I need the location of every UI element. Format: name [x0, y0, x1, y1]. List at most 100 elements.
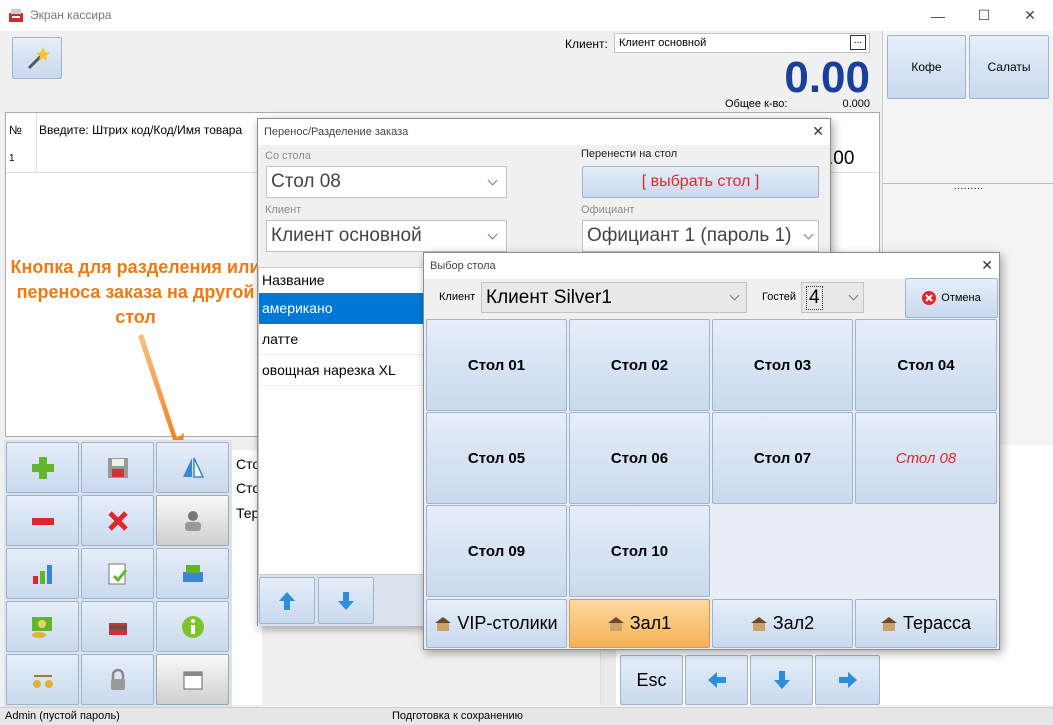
- table-select-dialog-close-button[interactable]: ✕: [981, 257, 993, 274]
- split-transfer-button[interactable]: [156, 442, 229, 493]
- minus-icon: [31, 517, 54, 525]
- add-button[interactable]: [6, 442, 79, 493]
- table-01[interactable]: Стол 01: [426, 319, 567, 411]
- checklist-button[interactable]: [81, 548, 154, 599]
- annotation-text: Кнопка для разделения или переноса заказ…: [10, 257, 261, 327]
- chevron-down-icon: [803, 229, 814, 240]
- printer-icon: [182, 564, 203, 582]
- arrow-right-button[interactable]: [815, 655, 880, 705]
- print-button[interactable]: [156, 548, 229, 599]
- esc-button[interactable]: Esc: [620, 655, 683, 705]
- from-table-select[interactable]: Стол 08: [266, 166, 507, 198]
- status-user: Admin (пустой пароль): [5, 710, 120, 722]
- delete-button[interactable]: [81, 495, 154, 546]
- x-icon: [107, 510, 128, 531]
- house-icon: [607, 616, 624, 631]
- arrow-left-icon: [707, 672, 726, 688]
- card-icon: [108, 622, 127, 635]
- client-browse-button[interactable]: ...: [850, 35, 866, 50]
- waiter-button[interactable]: [156, 495, 229, 546]
- checklist-icon: [108, 563, 127, 584]
- discount-button[interactable]: [6, 654, 79, 705]
- house-icon: [435, 616, 452, 631]
- total-amount: 0.00: [784, 53, 870, 102]
- report-button[interactable]: [6, 548, 79, 599]
- wand-button[interactable]: [12, 37, 62, 79]
- transfer-dialog-title: Перенос/Разделение заказа: [264, 126, 409, 138]
- move-down-button[interactable]: [318, 577, 374, 624]
- items-list-header: Название: [262, 272, 325, 288]
- lock-icon: [110, 668, 125, 690]
- arrow-left-button[interactable]: [685, 655, 748, 705]
- plus-icon: [31, 456, 54, 479]
- hall-vip[interactable]: VIP-столики: [426, 599, 567, 648]
- col-num-header: №: [9, 123, 22, 137]
- transfer-client-select[interactable]: Клиент основной: [266, 220, 507, 252]
- lock-button[interactable]: [81, 654, 154, 705]
- app-icon: [8, 7, 24, 23]
- choose-table-button[interactable]: [ выбрать стол ]: [582, 166, 819, 198]
- cancel-button[interactable]: Отмена: [905, 278, 998, 318]
- hall-zal2[interactable]: Зал2: [712, 599, 853, 648]
- item-row[interactable]: латте: [259, 324, 439, 355]
- maximize-button[interactable]: ☐: [961, 0, 1007, 31]
- info-button[interactable]: [156, 601, 229, 652]
- arrow-down-button[interactable]: [750, 655, 813, 705]
- from-table-label: Со стола: [265, 150, 311, 162]
- move-up-button[interactable]: [259, 577, 315, 624]
- table-select-dialog-title: Выбор стола: [430, 260, 496, 272]
- qty-value: 0.000: [842, 98, 870, 110]
- remove-button[interactable]: [6, 495, 79, 546]
- table-client-select[interactable]: Клиент Silver1: [481, 282, 747, 313]
- cancel-icon: [922, 291, 937, 305]
- table-05[interactable]: Стол 05: [426, 412, 567, 504]
- chevron-down-icon: [487, 229, 498, 240]
- card-button[interactable]: [81, 601, 154, 652]
- close-button[interactable]: ✕: [1007, 0, 1053, 31]
- person-icon: [184, 510, 201, 531]
- table-04[interactable]: Стол 04: [855, 319, 997, 411]
- scales-icon: [32, 674, 53, 688]
- table-07[interactable]: Стол 07: [712, 412, 853, 504]
- col-input-header: Введите: Штрих код/Код/Имя товара: [39, 123, 243, 137]
- category-dots: ·········: [953, 183, 984, 194]
- client-field[interactable]: Клиент основной ...: [614, 33, 870, 53]
- guests-label: Гостей: [762, 291, 797, 303]
- house-icon: [750, 616, 767, 631]
- house-icon: [880, 616, 897, 631]
- save-button[interactable]: [81, 442, 154, 493]
- table-10[interactable]: Стол 10: [569, 505, 710, 597]
- calendar-button[interactable]: [156, 654, 229, 705]
- item-row[interactable]: овощная нарезка XL: [259, 355, 439, 386]
- table-02[interactable]: Стол 02: [569, 319, 710, 411]
- table-08-current[interactable]: Стол 08: [855, 412, 997, 504]
- money-icon: [31, 616, 52, 638]
- waiter-label: Официант: [581, 204, 635, 216]
- qty-label: Общее к-во:: [725, 98, 788, 110]
- transfer-dialog-close-button[interactable]: ✕: [812, 123, 824, 140]
- table-06[interactable]: Стол 06: [569, 412, 710, 504]
- window-title: Экран кассира: [30, 8, 112, 22]
- category-coffee[interactable]: Кофе: [887, 35, 966, 99]
- table-03[interactable]: Стол 03: [712, 319, 853, 411]
- table-09[interactable]: Стол 09: [426, 505, 567, 597]
- arrow-down-icon: [773, 671, 790, 689]
- hall-terrace[interactable]: Терасса: [855, 599, 997, 648]
- client-label: Клиент:: [565, 37, 608, 51]
- item-row-selected[interactable]: американо: [259, 293, 439, 324]
- arrow-down-icon: [338, 591, 354, 610]
- arrow-up-icon: [279, 591, 295, 610]
- table-client-label: Клиент: [439, 291, 476, 303]
- row-sum: .00: [828, 148, 855, 169]
- arrow-right-icon: [838, 672, 857, 688]
- items-list: Название американо латте овощная нарезка…: [258, 267, 439, 575]
- waiter-select[interactable]: Официант 1 (пароль 1): [582, 220, 819, 252]
- hall-zal1-selected[interactable]: Зал1: [569, 599, 710, 648]
- category-salads[interactable]: Салаты: [969, 35, 1049, 99]
- floppy-disk-icon: [107, 457, 128, 478]
- guests-select[interactable]: 4: [801, 282, 864, 313]
- split-icon: [182, 457, 204, 478]
- minimize-button[interactable]: —: [915, 0, 961, 31]
- payment-button[interactable]: [6, 601, 79, 652]
- tables-list-item[interactable]: Тер: [236, 505, 259, 521]
